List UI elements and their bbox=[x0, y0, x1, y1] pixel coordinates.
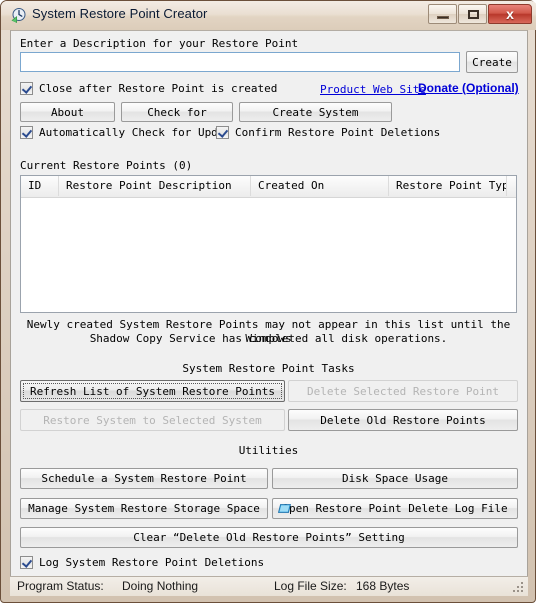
manage-storage-space-button[interactable]: Manage System Restore Storage Space bbox=[20, 498, 268, 519]
delete-old-restore-points-button-label: Delete Old Restore Points bbox=[320, 413, 486, 427]
utilities-section-title: Utilities bbox=[238, 444, 299, 457]
window-title: System Restore Point Creator bbox=[32, 6, 208, 21]
column-header-description[interactable]: Restore Point Description bbox=[59, 176, 251, 196]
delete-selected-restore-point-button: Delete Selected Restore Point bbox=[288, 380, 518, 402]
status-bar: Program Status: Doing Nothing Log File S… bbox=[10, 576, 528, 596]
restore-clock-icon bbox=[10, 7, 27, 24]
column-header-created-on[interactable]: Created On bbox=[251, 176, 389, 196]
app-window: System Restore Point Creator x Enter a D… bbox=[0, 0, 536, 603]
restore-system-button-label: Restore System to Selected System bbox=[43, 413, 262, 427]
program-status-label: Program Status: bbox=[17, 579, 104, 593]
create-system-button-label: Create System bbox=[272, 105, 359, 119]
file-icon bbox=[277, 503, 292, 514]
delete-old-restore-points-button[interactable]: Delete Old Restore Points bbox=[288, 409, 518, 431]
product-web-site-link[interactable]: Product Web Site bbox=[320, 83, 426, 96]
listview-note-line2: Shadow Copy Service has completed all di… bbox=[89, 332, 448, 345]
confirm-deletions-label: Confirm Restore Point Deletions bbox=[235, 126, 441, 139]
delete-selected-restore-point-button-label: Delete Selected Restore Point bbox=[306, 384, 500, 398]
client-area: Enter a Description for your Restore Poi… bbox=[10, 30, 528, 595]
log-deletions-checkbox[interactable] bbox=[20, 556, 33, 569]
restore-system-button: Restore System to Selected System bbox=[20, 409, 285, 431]
schedule-restore-point-button-label: Schedule a System Restore Point bbox=[41, 472, 247, 485]
open-delete-log-button-label: Open Restore Point Delete Log File bbox=[282, 502, 508, 515]
log-file-size-label: Log File Size: bbox=[274, 579, 347, 593]
about-button-label: About bbox=[50, 105, 85, 119]
auto-check-updates-checkbox[interactable] bbox=[20, 126, 33, 139]
column-header-restore-point-type[interactable]: Restore Point Type bbox=[389, 176, 507, 196]
current-restore-points-label: Current Restore Points (0) bbox=[20, 159, 193, 172]
close-after-checkbox[interactable] bbox=[20, 82, 33, 95]
tasks-section-title: System Restore Point Tasks bbox=[182, 362, 355, 375]
program-status-value: Doing Nothing bbox=[122, 579, 199, 593]
close-after-label: Close after Restore Point is created bbox=[39, 82, 278, 95]
clear-delete-old-setting-button-label: Clear “Delete Old Restore Points” Settin… bbox=[133, 531, 405, 544]
confirm-deletions-checkbox[interactable] bbox=[216, 126, 229, 139]
column-header-id[interactable]: ID bbox=[21, 176, 59, 196]
maximize-icon bbox=[468, 10, 479, 19]
focus-ring bbox=[23, 383, 282, 399]
maximize-button[interactable] bbox=[458, 4, 487, 24]
log-deletions-label: Log System Restore Point Deletions bbox=[39, 556, 265, 569]
close-button[interactable]: x bbox=[488, 4, 532, 24]
create-system-button[interactable]: Create System bbox=[239, 102, 392, 122]
disk-space-usage-button[interactable]: Disk Space Usage bbox=[272, 468, 518, 489]
close-icon: x bbox=[506, 6, 514, 22]
check-for-updates-button[interactable]: Check for bbox=[121, 102, 233, 122]
resize-grip-icon[interactable] bbox=[513, 582, 525, 594]
create-button-label: Create bbox=[472, 55, 512, 69]
manage-storage-space-button-label: Manage System Restore Storage Space bbox=[28, 502, 260, 515]
log-file-size-value: 168 Bytes bbox=[356, 579, 410, 593]
minimize-button[interactable] bbox=[428, 4, 457, 24]
auto-check-updates-label: Automatically Check for Updat bbox=[39, 126, 226, 139]
check-for-updates-button-label: Check for bbox=[147, 105, 207, 119]
open-delete-log-button[interactable]: Open Restore Point Delete Log File bbox=[272, 498, 518, 519]
description-label: Enter a Description for your Restore Poi… bbox=[20, 37, 299, 50]
clear-delete-old-setting-button[interactable]: Clear “Delete Old Restore Points” Settin… bbox=[20, 527, 518, 548]
about-button[interactable]: About bbox=[20, 102, 115, 122]
description-input[interactable] bbox=[20, 52, 460, 72]
title-bar[interactable]: System Restore Point Creator x bbox=[1, 1, 536, 30]
refresh-list-button[interactable]: Refresh List of System Restore Points bbox=[20, 380, 285, 402]
disk-space-usage-button-label: Disk Space Usage bbox=[342, 472, 448, 485]
create-button[interactable]: Create bbox=[466, 51, 518, 73]
listview-header: ID Restore Point Description Created On … bbox=[21, 176, 516, 198]
donate-link[interactable]: Donate (Optional) bbox=[418, 81, 519, 95]
schedule-restore-point-button[interactable]: Schedule a System Restore Point bbox=[20, 468, 268, 489]
column-header-filler bbox=[507, 176, 518, 196]
minimize-icon bbox=[437, 16, 449, 19]
restore-points-listview[interactable]: ID Restore Point Description Created On … bbox=[20, 175, 517, 313]
